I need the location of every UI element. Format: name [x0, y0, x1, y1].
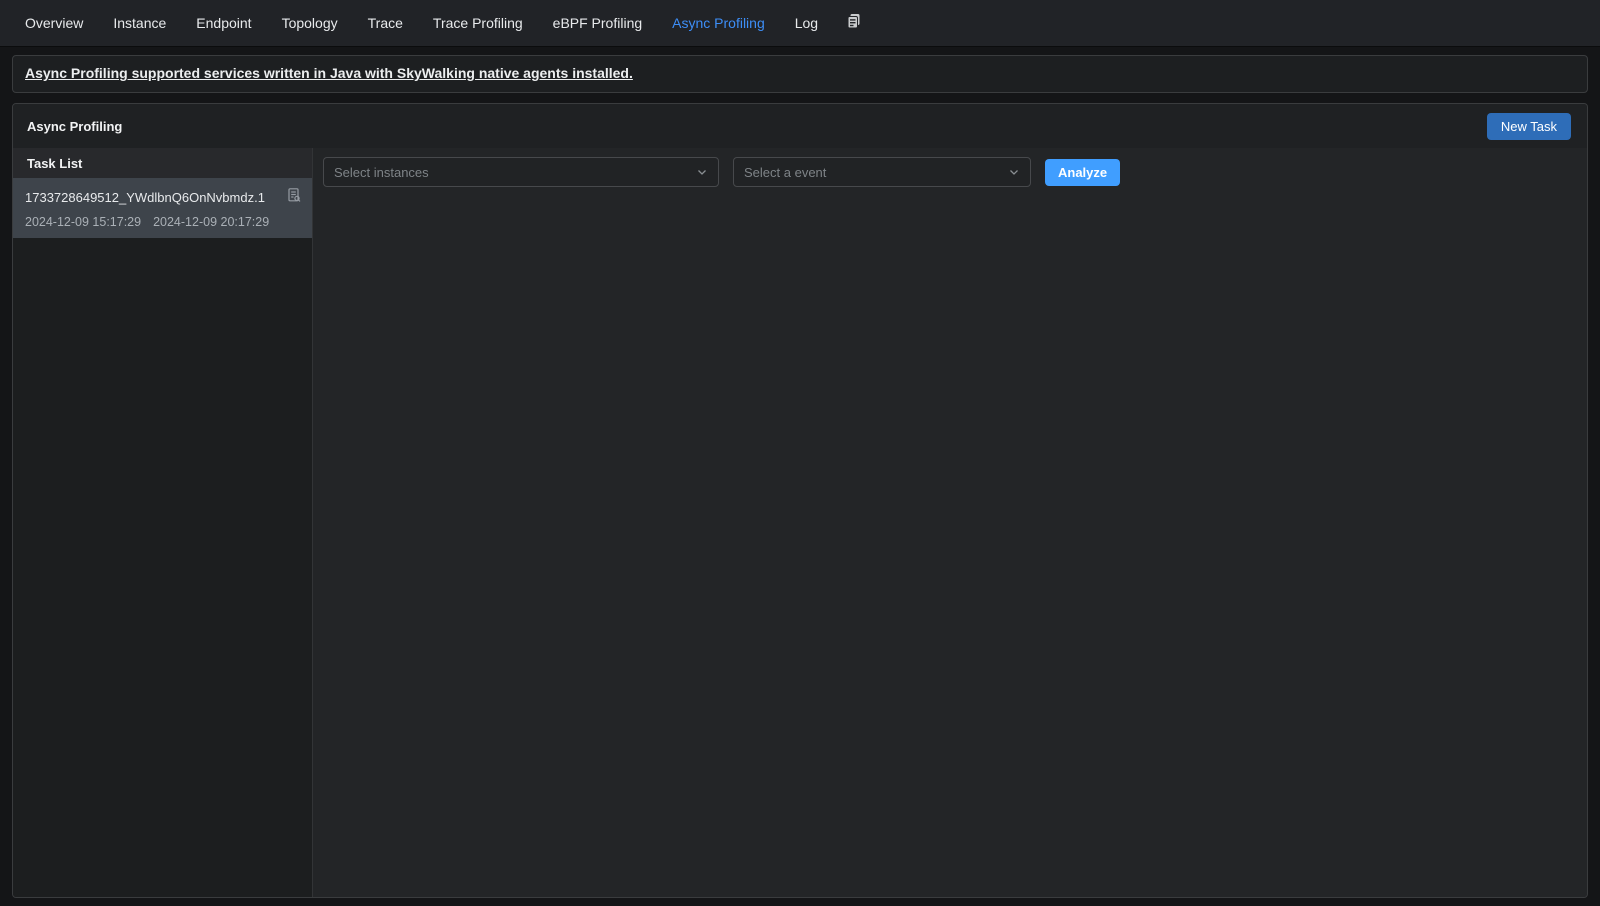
task-list-title: Task List [13, 148, 312, 178]
task-end-time: 2024-12-09 20:17:29 [153, 215, 269, 229]
tab-overview[interactable]: Overview [10, 0, 98, 46]
task-list-button[interactable] [845, 12, 863, 35]
task-list-sidebar: Task List 1733728649512_YWdlbnQ6OnNvbmdz… [13, 148, 313, 897]
analyze-button[interactable]: Analyze [1045, 159, 1120, 186]
tab-trace[interactable]: Trace [353, 0, 418, 46]
new-task-button[interactable]: New Task [1487, 113, 1571, 140]
analysis-content: Select instances Select a event [313, 148, 1587, 897]
tab-log[interactable]: Log [780, 0, 833, 46]
event-select-placeholder: Select a event [744, 165, 826, 180]
tab-endpoint[interactable]: Endpoint [181, 0, 266, 46]
task-name: 1733728649512_YWdlbnQ6OnNvbmdz.1 [25, 190, 265, 205]
stacked-documents-icon [845, 12, 863, 35]
instances-select-placeholder: Select instances [334, 165, 429, 180]
panel-header: Async Profiling New Task [13, 104, 1587, 148]
analysis-toolbar: Select instances Select a event [323, 157, 1577, 187]
task-list-item[interactable]: 1733728649512_YWdlbnQ6OnNvbmdz.1 [13, 178, 312, 238]
instances-select[interactable]: Select instances [323, 157, 719, 187]
tab-trace-profiling[interactable]: Trace Profiling [418, 0, 538, 46]
chevron-down-icon [696, 166, 708, 178]
tab-async-profiling[interactable]: Async Profiling [657, 0, 780, 46]
tab-instance[interactable]: Instance [98, 0, 181, 46]
document-search-icon [286, 187, 302, 208]
info-banner: Async Profiling supported services writt… [12, 55, 1588, 93]
event-select[interactable]: Select a event [733, 157, 1031, 187]
chevron-down-icon [1008, 166, 1020, 178]
tab-topology[interactable]: Topology [267, 0, 353, 46]
task-detail-button[interactable] [286, 187, 302, 208]
tab-ebpf-profiling[interactable]: eBPF Profiling [538, 0, 657, 46]
task-start-time: 2024-12-09 15:17:29 [25, 215, 141, 229]
panel-body: Task List 1733728649512_YWdlbnQ6OnNvbmdz… [13, 148, 1587, 897]
async-profiling-panel: Async Profiling New Task Task List 17337… [12, 103, 1588, 898]
top-nav: Overview Instance Endpoint Topology Trac… [0, 0, 1600, 47]
banner-link[interactable]: Async Profiling supported services writt… [25, 65, 633, 81]
page-title: Async Profiling [27, 119, 122, 134]
